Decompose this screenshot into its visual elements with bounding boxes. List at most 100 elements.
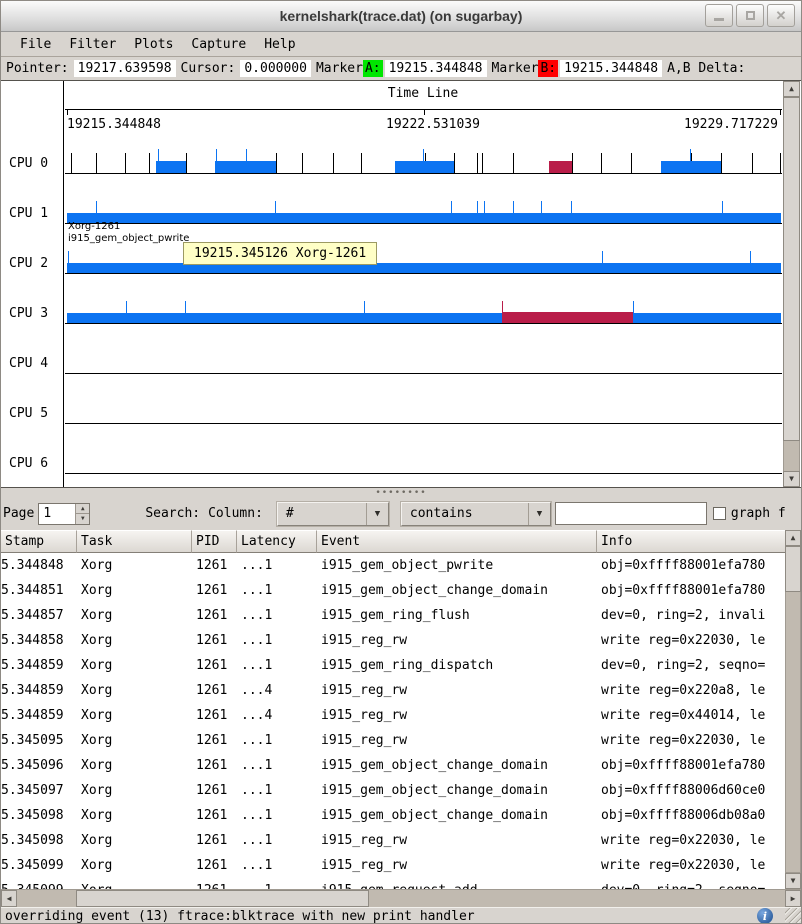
table-row[interactable]: 5.344851Xorg1261...1i915_gem_object_chan… (1, 578, 787, 603)
time-axis-label: 19222.531039 (386, 117, 480, 132)
cpu-task-bar-red (502, 312, 633, 323)
cell-latency: ...1 (237, 628, 317, 653)
column-header-event[interactable]: Event (317, 530, 597, 553)
cpu-baseline (65, 323, 782, 324)
cell-latency: ...1 (237, 878, 317, 889)
event-tick (750, 251, 751, 263)
event-tick (361, 153, 362, 173)
table-vertical-scrollbar[interactable]: ▲ ▼ (785, 530, 801, 889)
table-row[interactable]: 5.345098Xorg1261...1i915_gem_object_chan… (1, 803, 787, 828)
menu-capture[interactable]: Capture (182, 35, 255, 54)
cpu-task-bar (395, 161, 454, 173)
table-row[interactable]: 5.344859Xorg1261...4i915_reg_rwwrite reg… (1, 678, 787, 703)
cell-event: i915_reg_rw (317, 703, 597, 728)
cpu-baseline (65, 173, 782, 174)
pointer-value: 19217.639598 (74, 60, 176, 77)
cell-info: write reg=0x220a8, le (597, 678, 787, 703)
table-horizontal-scrollbar[interactable]: ◀ ▶ (1, 889, 801, 907)
scroll-track[interactable] (785, 546, 801, 873)
menu-file[interactable]: File (11, 35, 60, 54)
cell-event: i915_reg_rw (317, 828, 597, 853)
table-row[interactable]: 5.344859Xorg1261...1i915_gem_ring_dispat… (1, 653, 787, 678)
marker-b-chip[interactable]: B: (538, 60, 558, 77)
cpu-baseline (65, 423, 782, 424)
scroll-left-button[interactable]: ◀ (1, 890, 17, 907)
table-row[interactable]: 5.345097Xorg1261...1i915_gem_object_chan… (1, 778, 787, 803)
table-row[interactable]: 5.345099Xorg1261...1i915_gem_request_add… (1, 878, 787, 889)
cell-task: Xorg (77, 553, 192, 578)
table-row[interactable]: 5.345095Xorg1261...1i915_reg_rwwrite reg… (1, 728, 787, 753)
scroll-thumb[interactable] (76, 890, 369, 907)
marker-a-chip[interactable]: A: (363, 60, 383, 77)
table-row[interactable]: 5.344848Xorg1261...1i915_gem_object_pwri… (1, 553, 787, 578)
table-row[interactable]: 5.344857Xorg1261...1i915_gem_ring_flushd… (1, 603, 787, 628)
scroll-down-button[interactable]: ▼ (785, 873, 801, 889)
search-input[interactable] (555, 502, 707, 525)
cell-pid: 1261 (192, 828, 237, 853)
table-row[interactable]: 5.345096Xorg1261...1i915_gem_object_chan… (1, 753, 787, 778)
graph-vertical-scrollbar[interactable]: ▲ ▼ (783, 81, 800, 487)
cell-event: i915_gem_ring_flush (317, 603, 597, 628)
cell-info: obj=0xffff88006d60ce0 (597, 778, 787, 803)
scroll-up-button[interactable]: ▲ (783, 81, 800, 97)
cell-stamp: 5.345098 (1, 803, 77, 828)
cell-task: Xorg (77, 853, 192, 878)
kernelshark-window: kernelshark(trace.dat) (on sugarbay) ✕ F… (0, 0, 802, 924)
column-select[interactable]: # ▼ (277, 502, 389, 526)
menu-filter[interactable]: Filter (60, 35, 125, 54)
match-select[interactable]: contains ▼ (401, 502, 551, 526)
event-tick (541, 201, 542, 213)
scroll-right-button[interactable]: ▶ (785, 890, 801, 907)
pane-splitter[interactable]: •••••••• (1, 488, 801, 497)
scroll-down-button[interactable]: ▼ (783, 471, 800, 487)
cell-latency: ...4 (237, 703, 317, 728)
cell-event: i915_gem_object_change_domain (317, 578, 597, 603)
maximize-button[interactable] (736, 4, 764, 27)
column-header-latency[interactable]: Latency (237, 530, 317, 553)
column-header-task[interactable]: Task (77, 530, 192, 553)
table-row[interactable]: 5.344858Xorg1261...1i915_reg_rwwrite reg… (1, 628, 787, 653)
time-axis-label: 19229.717229 (684, 117, 778, 132)
cell-pid: 1261 (192, 653, 237, 678)
event-tick (780, 153, 781, 173)
column-header-info[interactable]: Info (597, 530, 787, 553)
event-tick (302, 153, 303, 173)
cell-pid: 1261 (192, 728, 237, 753)
scroll-up-button[interactable]: ▲ (785, 530, 801, 546)
table-row[interactable]: 5.345098Xorg1261...1i915_reg_rwwrite reg… (1, 828, 787, 853)
event-tick (149, 153, 150, 173)
minimize-button[interactable] (705, 4, 733, 27)
table-row[interactable]: 5.344859Xorg1261...4i915_reg_rwwrite reg… (1, 703, 787, 728)
event-list-body: 5.344848Xorg1261...1i915_gem_object_pwri… (1, 553, 787, 889)
cell-pid: 1261 (192, 678, 237, 703)
event-tick (513, 153, 514, 173)
column-header-pid[interactable]: PID (192, 530, 237, 553)
cell-task: Xorg (77, 703, 192, 728)
time-axis-label: 19215.344848 (67, 117, 161, 132)
info-icon[interactable]: i (757, 908, 773, 924)
menu-plots[interactable]: Plots (125, 35, 182, 54)
cpu-run-bar (67, 213, 781, 223)
cpu-run-bar (67, 263, 781, 273)
page-value: 1 (43, 506, 51, 521)
cell-stamp: 5.345099 (1, 878, 77, 889)
page-spin-down-icon[interactable]: ▼ (76, 513, 89, 524)
timeline-graph[interactable]: Time Line 19215.34484819222.53103919229.… (1, 80, 801, 488)
cell-stamp: 5.344851 (1, 578, 77, 603)
page-spin-up-icon[interactable]: ▲ (76, 504, 89, 514)
cpu-baseline (65, 273, 782, 274)
cell-info: write reg=0x22030, le (597, 853, 787, 878)
close-button[interactable]: ✕ (767, 4, 795, 27)
page-spinner[interactable]: 1 ▲ ▼ (38, 503, 90, 525)
graph-follows-checkbox[interactable] (713, 507, 726, 520)
titlebar[interactable]: kernelshark(trace.dat) (on sugarbay) ✕ (1, 1, 801, 32)
resize-grip[interactable] (785, 908, 801, 924)
cell-task: Xorg (77, 878, 192, 889)
menu-help[interactable]: Help (255, 35, 304, 54)
event-tick (185, 301, 186, 313)
scroll-thumb[interactable] (785, 546, 801, 592)
cell-event: i915_reg_rw (317, 628, 597, 653)
table-row[interactable]: 5.345099Xorg1261...1i915_reg_rwwrite reg… (1, 853, 787, 878)
scroll-thumb[interactable] (783, 97, 800, 441)
column-header-stamp[interactable]: Stamp (1, 530, 77, 553)
